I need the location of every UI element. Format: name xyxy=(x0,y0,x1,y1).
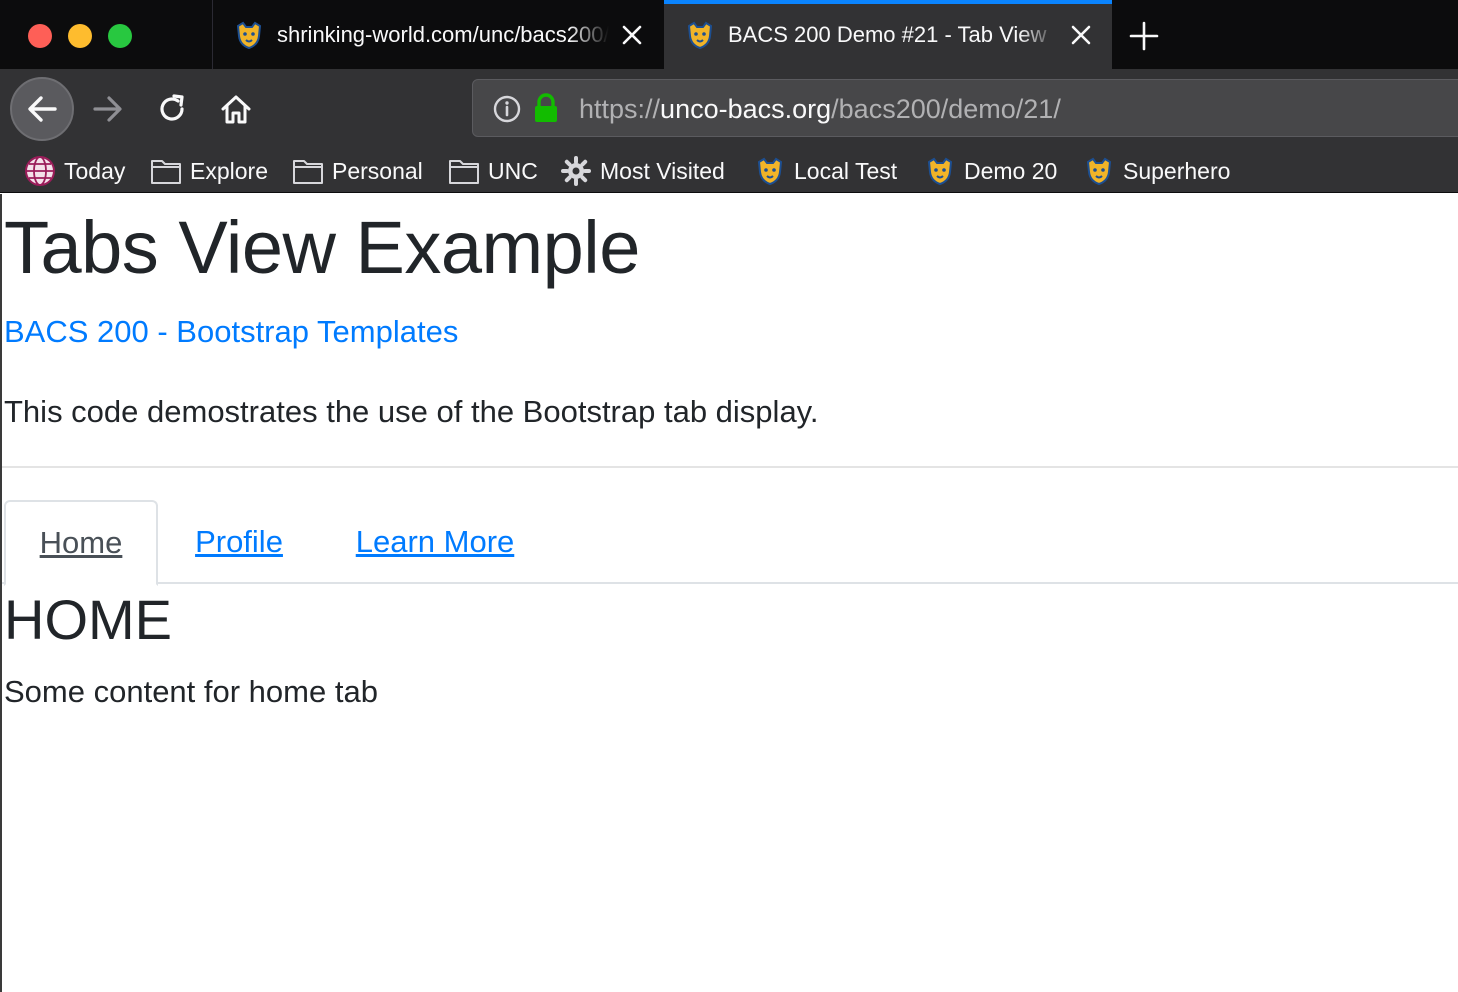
address-bar[interactable]: https://unco-bacs.org/bacs200/demo/21/ xyxy=(472,79,1458,137)
url-path: /bacs200/demo/21/ xyxy=(831,94,1061,124)
folder-icon xyxy=(448,155,480,187)
back-button[interactable] xyxy=(10,77,74,141)
bookmark-today[interactable]: Today xyxy=(24,149,125,193)
tab-pane-text: Some content for home tab xyxy=(4,674,378,709)
forward-button[interactable] xyxy=(86,89,130,129)
tab-home[interactable]: Home xyxy=(4,500,158,586)
bookmark-label: Today xyxy=(64,157,126,184)
bookmark-label: Explore xyxy=(190,157,268,184)
bookmark-label: UNC xyxy=(488,157,538,184)
info-icon[interactable] xyxy=(493,95,521,123)
bookmarks-toolbar: Today Explore Personal UNC Most Visited … xyxy=(0,149,1458,193)
bookmark-unc[interactable]: UNC xyxy=(448,149,538,193)
tab-title: BACS 200 Demo #21 - Tab View xyxy=(728,21,1047,47)
arrow-left-icon xyxy=(28,96,57,122)
browser-tab-shrinking-world[interactable]: shrinking-world.com/unc/bacs200/ xyxy=(212,0,664,69)
gear-icon xyxy=(560,155,592,187)
bookmark-demo-20[interactable]: Demo 20 xyxy=(924,149,1057,193)
bear-favicon-icon xyxy=(1083,155,1115,187)
folder-icon xyxy=(292,155,324,187)
home-button[interactable] xyxy=(214,89,258,129)
minimize-window-button[interactable] xyxy=(68,24,92,48)
plus-icon xyxy=(1129,21,1159,51)
folder-icon xyxy=(150,155,182,187)
bookmark-most-visited[interactable]: Most Visited xyxy=(560,149,725,193)
arrow-right-icon xyxy=(93,96,122,122)
reload-icon xyxy=(160,94,184,121)
url-host: unco-bacs.org xyxy=(660,94,832,124)
bookmark-label: Demo 20 xyxy=(964,157,1058,184)
url-text: https://unco-bacs.org/bacs200/demo/21/ xyxy=(579,94,1061,125)
bear-favicon-icon xyxy=(924,155,956,187)
page-title: Tabs View Example xyxy=(4,206,640,289)
bookmark-label: Local Test xyxy=(794,157,898,184)
home-icon xyxy=(221,95,251,124)
browser-tab-bacs-demo[interactable]: BACS 200 Demo #21 - Tab View xyxy=(664,0,1112,69)
divider xyxy=(2,466,1458,468)
bookmark-label: Most Visited xyxy=(600,157,725,184)
bookmark-personal[interactable]: Personal xyxy=(292,149,423,193)
bookmark-local-test[interactable]: Local Test xyxy=(754,149,897,193)
page-content: Tabs View Example BACS 200 - Bootstrap T… xyxy=(0,194,1458,992)
bear-favicon-icon xyxy=(684,19,716,51)
globe-icon xyxy=(24,155,56,187)
reload-button[interactable] xyxy=(150,89,194,129)
tab-nav: Home Profile Learn More xyxy=(2,500,1458,586)
browser-toolbar: https://unco-bacs.org/bacs200/demo/21/ xyxy=(0,69,1458,149)
browser-titlebar: shrinking-world.com/unc/bacs200/ BACS 20… xyxy=(0,0,1458,69)
tab-title: shrinking-world.com/unc/bacs200/ xyxy=(277,21,609,47)
bootstrap-templates-link[interactable]: BACS 200 - Bootstrap Templates xyxy=(4,312,458,352)
bear-favicon-icon xyxy=(233,19,265,51)
close-tab-icon[interactable] xyxy=(617,20,647,50)
close-tab-icon[interactable] xyxy=(1066,20,1096,50)
tab-profile[interactable]: Profile xyxy=(172,500,306,584)
bookmark-superhero[interactable]: Superhero xyxy=(1083,149,1230,193)
lock-icon[interactable] xyxy=(533,93,559,123)
close-window-button[interactable] xyxy=(28,24,52,48)
page-description: This code demostrates the use of the Boo… xyxy=(4,394,819,429)
tab-pane-heading: HOME xyxy=(4,588,172,651)
bookmark-label: Superhero xyxy=(1123,157,1231,184)
tab-learn-more[interactable]: Learn More xyxy=(332,500,538,584)
bookmark-explore[interactable]: Explore xyxy=(150,149,268,193)
url-protocol: https:// xyxy=(579,94,661,124)
bookmark-label: Personal xyxy=(332,157,423,184)
bear-favicon-icon xyxy=(754,155,786,187)
zoom-window-button[interactable] xyxy=(108,24,132,48)
new-tab-button[interactable] xyxy=(1126,18,1162,54)
